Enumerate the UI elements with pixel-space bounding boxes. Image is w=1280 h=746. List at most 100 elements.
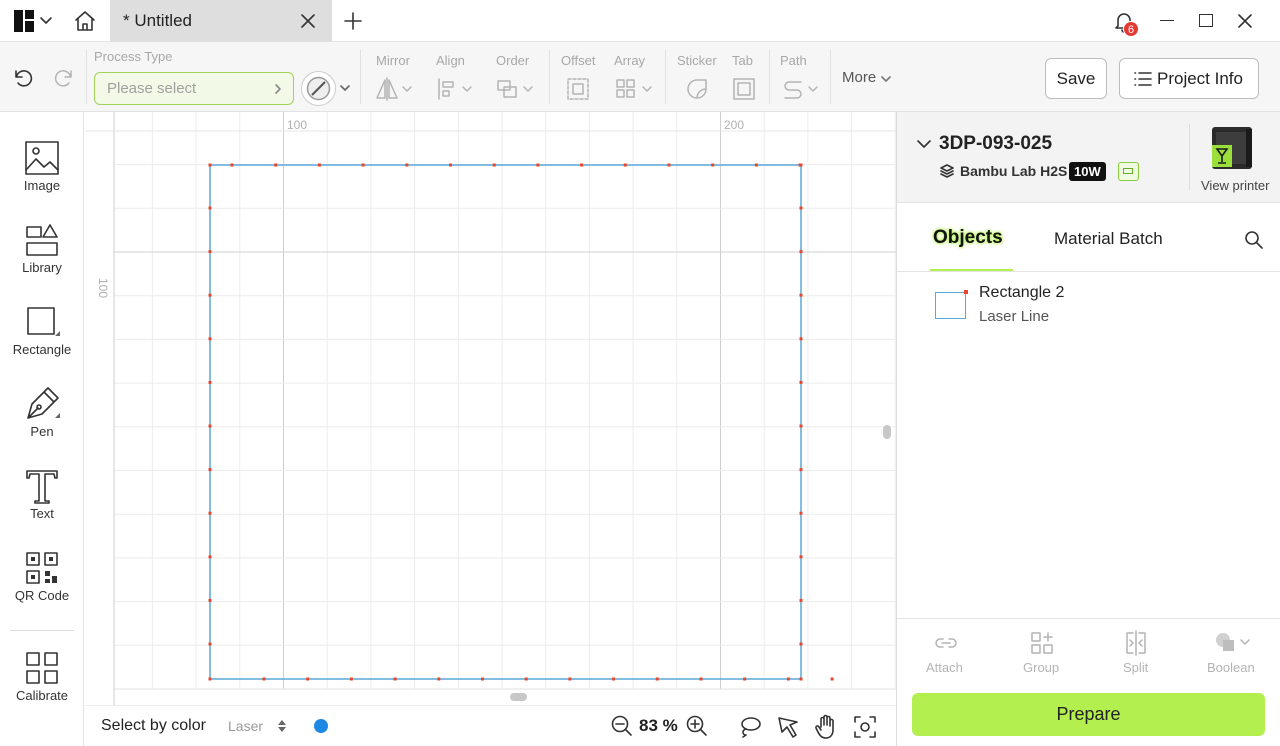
tab-material-batch[interactable]: Material Batch — [1054, 229, 1163, 249]
fit-view-icon[interactable] — [853, 715, 877, 739]
redo-icon[interactable] — [52, 66, 76, 95]
layer-color-dot[interactable] — [314, 719, 328, 733]
color-mode-select[interactable]: Laser — [228, 718, 263, 734]
path-node[interactable] — [799, 555, 803, 559]
path-node[interactable] — [580, 163, 584, 167]
path-node[interactable] — [799, 511, 803, 515]
attach-button[interactable]: Attach — [917, 630, 973, 680]
zoom-out-icon[interactable] — [611, 715, 633, 737]
close-tab-icon[interactable] — [300, 13, 316, 34]
path-node[interactable] — [536, 163, 540, 167]
path-node[interactable] — [349, 677, 353, 681]
path-node[interactable] — [799, 642, 803, 646]
path-node[interactable] — [830, 677, 834, 681]
path-node[interactable] — [711, 163, 715, 167]
path-node[interactable] — [208, 380, 212, 384]
path-node[interactable] — [208, 511, 212, 515]
path-node[interactable] — [481, 677, 484, 681]
laser-mode-chevron-icon[interactable] — [339, 82, 351, 94]
search-icon[interactable] — [1244, 230, 1264, 250]
path-node[interactable] — [208, 677, 212, 681]
align-icon[interactable] — [437, 77, 477, 101]
path-node[interactable] — [667, 163, 671, 167]
path-node[interactable] — [799, 293, 803, 297]
path-node[interactable] — [306, 677, 310, 681]
path-node[interactable] — [799, 380, 803, 384]
tab-objects[interactable]: Objects — [933, 227, 1003, 249]
chevron-down-icon[interactable] — [916, 137, 932, 151]
boolean-button[interactable]: Boolean — [1203, 630, 1263, 680]
tool-library[interactable]: Library — [0, 222, 84, 302]
path-node[interactable] — [623, 163, 627, 167]
app-menu-chevron-icon[interactable] — [39, 13, 53, 32]
view-printer-link[interactable]: View printer — [1201, 178, 1269, 193]
tool-qr-code[interactable]: QR Code — [0, 550, 84, 630]
path-node[interactable] — [208, 250, 212, 254]
path-node[interactable] — [208, 206, 212, 210]
path-node[interactable] — [208, 424, 212, 428]
lasso-icon[interactable] — [738, 715, 762, 739]
path-node[interactable] — [208, 293, 212, 297]
tab-tool-icon[interactable] — [732, 77, 756, 101]
path-node[interactable] — [799, 598, 803, 602]
notification-bell-icon[interactable]: 6 — [1112, 10, 1142, 38]
tool-rectangle[interactable]: Rectangle — [0, 304, 84, 384]
path-node[interactable] — [754, 163, 758, 167]
maximize-icon[interactable] — [1199, 14, 1213, 27]
path-node[interactable] — [799, 424, 803, 428]
tool-text[interactable]: Text — [0, 468, 84, 548]
zoom-in-icon[interactable] — [686, 715, 708, 737]
tool-calibrate[interactable]: Calibrate — [0, 650, 84, 730]
path-node[interactable] — [786, 677, 790, 681]
more-chevron-icon[interactable] — [880, 73, 892, 85]
more-menu[interactable]: More — [842, 69, 876, 86]
project-info-button[interactable]: Project Info — [1119, 58, 1259, 99]
sticker-icon[interactable] — [685, 77, 709, 101]
path-node[interactable] — [208, 163, 212, 167]
mirror-icon[interactable] — [375, 77, 415, 101]
object-list-item[interactable]: Rectangle 2 Laser Line — [897, 280, 1280, 330]
tool-pen[interactable]: Pen — [0, 386, 84, 466]
path-node[interactable] — [449, 163, 452, 167]
path-node[interactable] — [361, 163, 365, 167]
path-node[interactable] — [492, 163, 496, 167]
canvas-grid[interactable]: 100 200 100 — [85, 112, 896, 705]
tool-image[interactable]: Image — [0, 140, 84, 220]
prepare-button[interactable]: Prepare — [912, 693, 1265, 736]
path-node[interactable] — [393, 677, 397, 681]
path-node[interactable] — [799, 206, 803, 210]
path-node[interactable] — [230, 163, 234, 167]
path-node[interactable] — [208, 555, 212, 559]
offset-icon[interactable] — [566, 77, 590, 101]
path-node[interactable] — [743, 677, 747, 681]
path-node[interactable] — [262, 677, 266, 681]
group-button[interactable]: Group — [1013, 630, 1069, 680]
printer-image-icon[interactable] — [1206, 123, 1258, 171]
minimize-icon[interactable] — [1160, 20, 1174, 21]
array-icon[interactable] — [615, 77, 655, 101]
path-node[interactable] — [524, 677, 528, 681]
sort-updown-icon[interactable] — [276, 718, 288, 734]
path-node[interactable] — [799, 468, 803, 472]
hand-pan-icon[interactable] — [814, 714, 838, 740]
home-icon[interactable] — [73, 9, 97, 38]
process-type-select[interactable]: Please select — [94, 72, 294, 105]
path-node[interactable] — [699, 677, 703, 681]
app-logo-icon[interactable] — [14, 10, 36, 32]
design-canvas[interactable]: 100 200 100 — [85, 112, 896, 705]
path-node[interactable] — [612, 677, 616, 681]
new-tab-icon[interactable] — [344, 12, 362, 35]
horizontal-scrollbar[interactable] — [510, 693, 527, 701]
path-icon[interactable] — [781, 77, 821, 101]
vertical-scrollbar[interactable] — [883, 425, 891, 439]
path-node[interactable] — [799, 337, 803, 341]
save-button[interactable]: Save — [1045, 58, 1107, 99]
node-select-icon[interactable] — [776, 715, 800, 739]
path-node[interactable] — [655, 677, 659, 681]
split-button[interactable]: Split — [1109, 630, 1165, 680]
path-node[interactable] — [317, 163, 321, 167]
path-node[interactable] — [568, 677, 572, 681]
laser-mode-icon[interactable] — [301, 71, 336, 106]
path-node[interactable] — [799, 677, 803, 681]
close-window-icon[interactable] — [1237, 13, 1253, 34]
